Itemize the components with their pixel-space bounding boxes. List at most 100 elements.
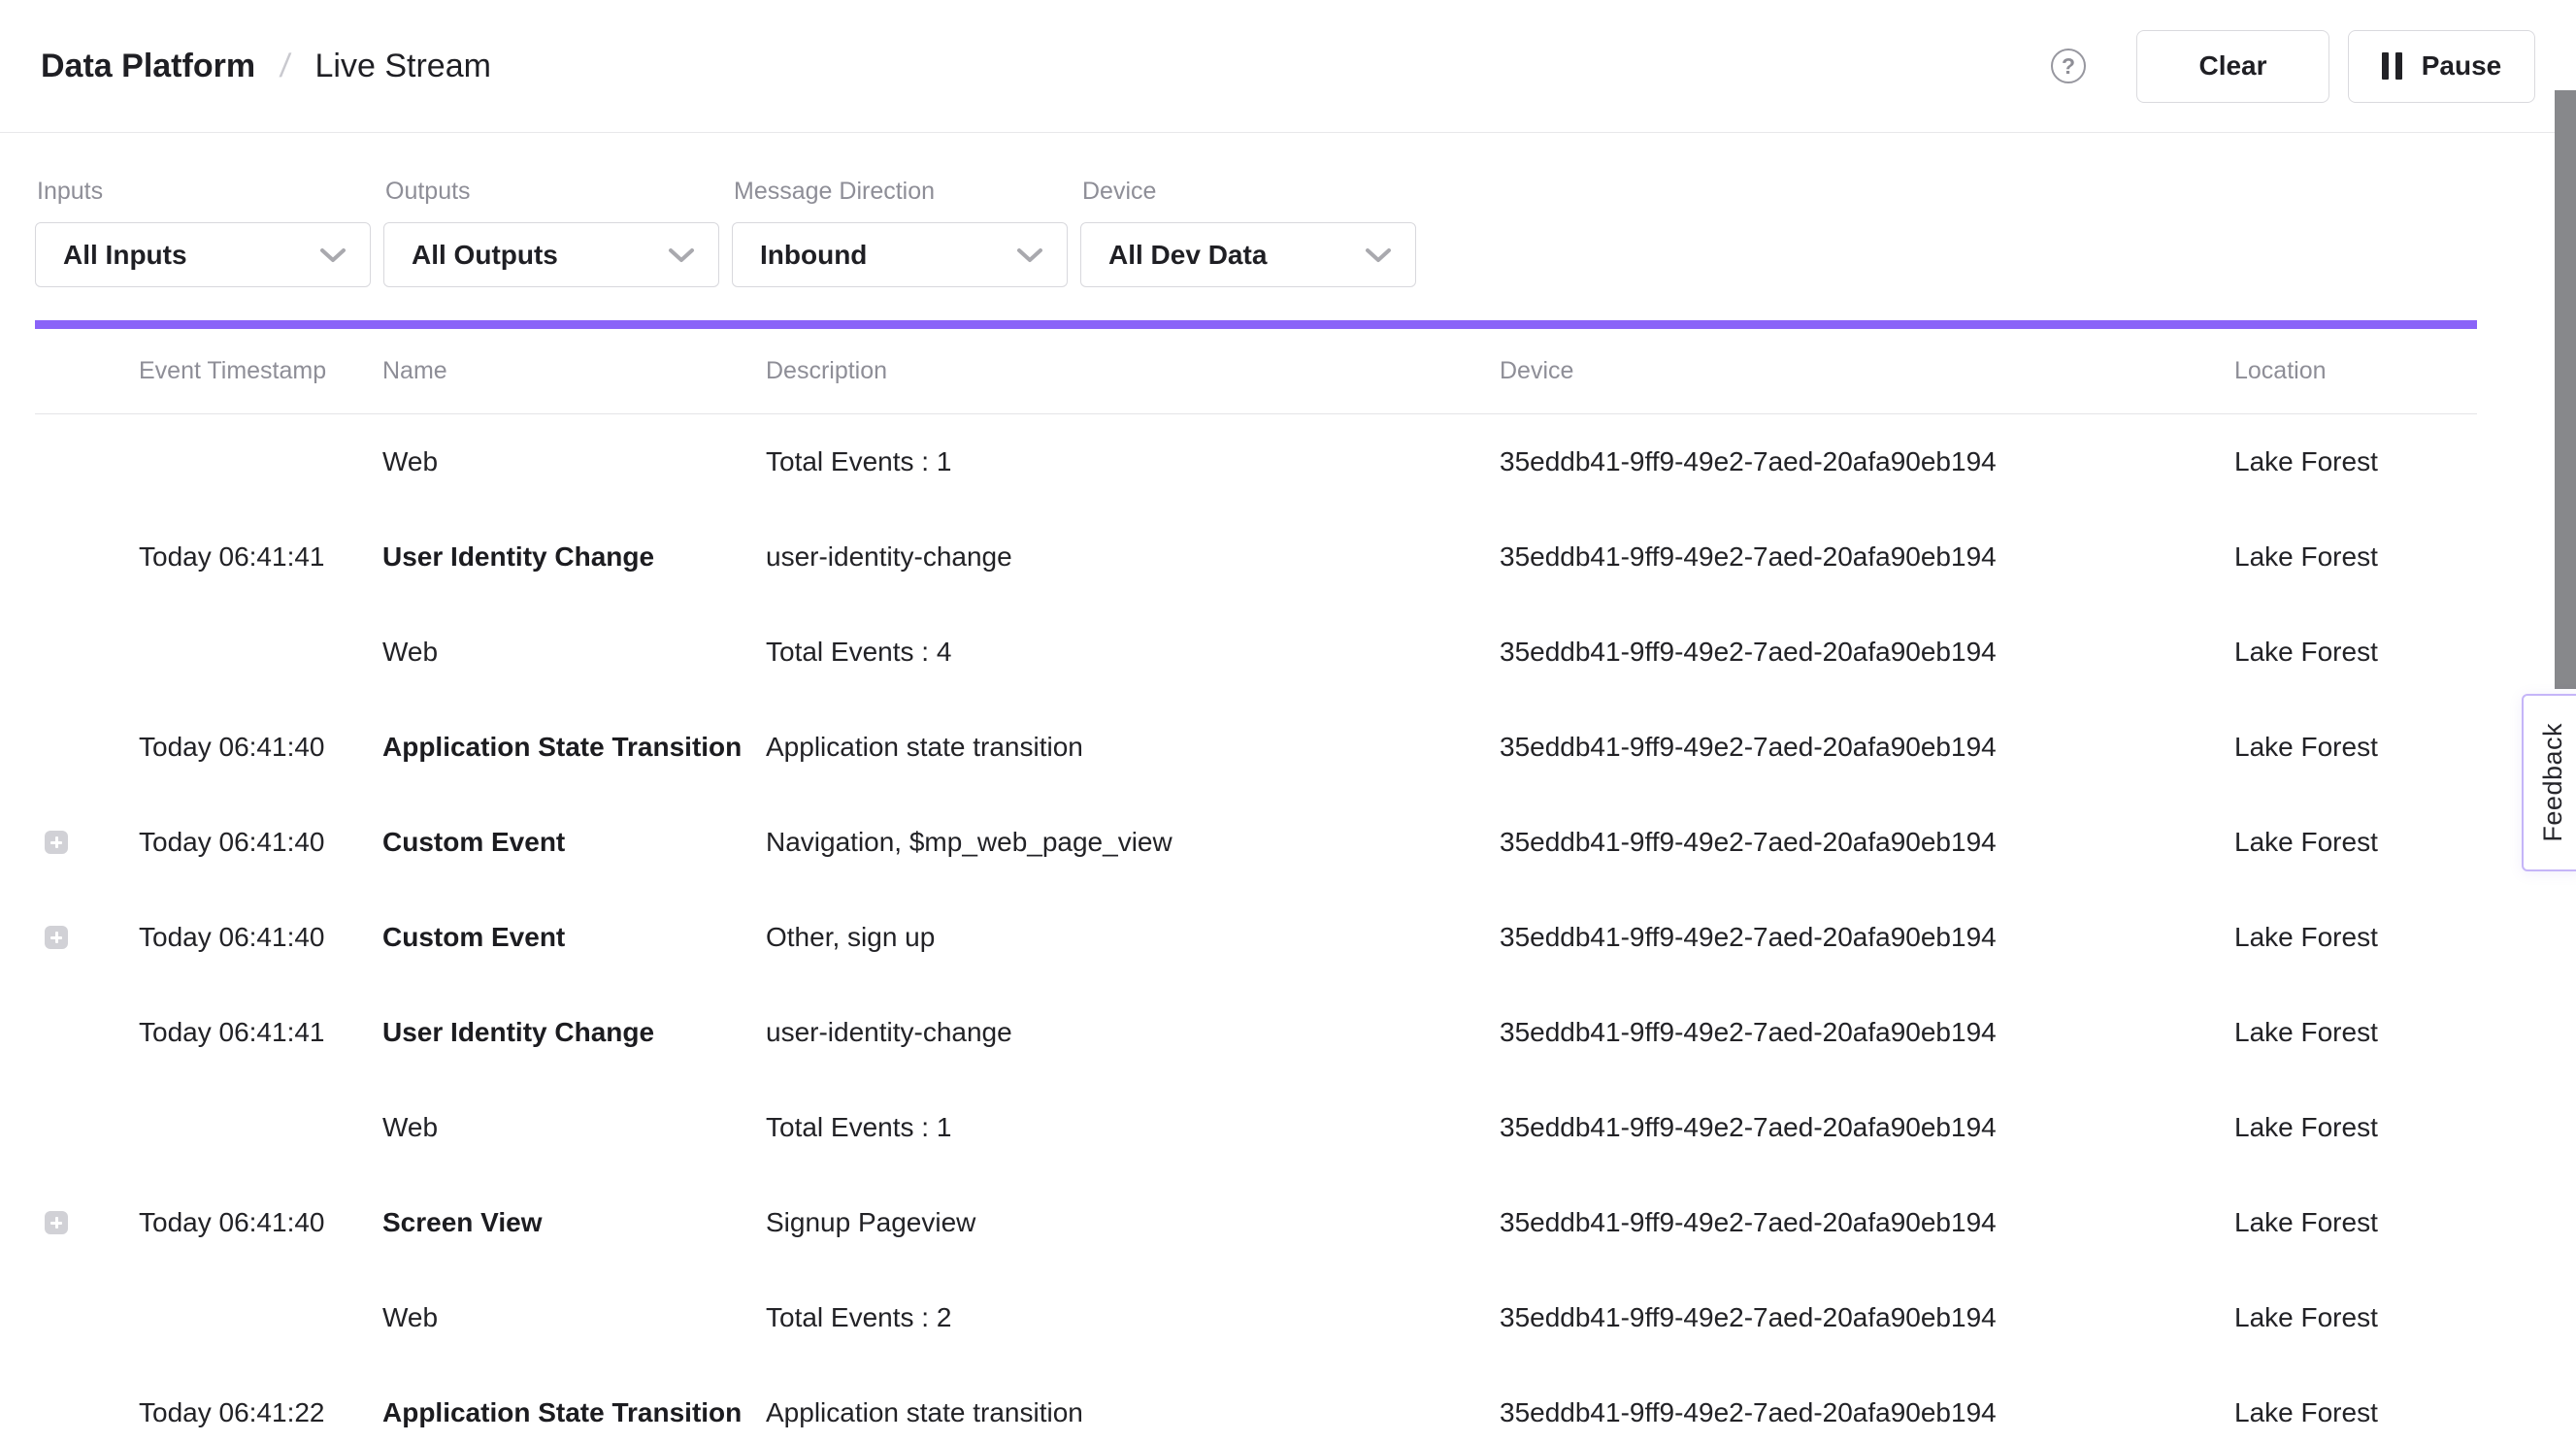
- cell-name: Custom Event: [382, 827, 766, 858]
- chevron-down-icon: [1016, 246, 1043, 264]
- column-header-device: Device: [1500, 357, 2234, 385]
- feedback-tab[interactable]: Feedback: [2522, 694, 2576, 871]
- expand-row-button[interactable]: [45, 831, 68, 854]
- table-row: Today 06:41:40 Application State Transit…: [35, 700, 2477, 795]
- message-direction-dropdown-value: Inbound: [760, 240, 867, 271]
- filter-group-message-direction: Message Direction Inbound: [732, 133, 1068, 287]
- cell-expand: [35, 1116, 139, 1139]
- table-row: Web Total Events : 1 35eddb41-9ff9-49e2-…: [35, 414, 2477, 509]
- cell-device: 35eddb41-9ff9-49e2-7aed-20afa90eb194: [1500, 1207, 2234, 1238]
- cell-event-timestamp: Today 06:41:41: [139, 541, 382, 573]
- clear-button[interactable]: Clear: [2136, 30, 2329, 103]
- cell-name: User Identity Change: [382, 1017, 766, 1048]
- cell-description: user-identity-change: [766, 1017, 1500, 1048]
- chevron-down-icon: [319, 246, 347, 264]
- table-row: Today 06:41:41 User Identity Change user…: [35, 985, 2477, 1080]
- cell-name: Web: [382, 1302, 766, 1333]
- event-table-body: Web Total Events : 1 35eddb41-9ff9-49e2-…: [35, 414, 2477, 1442]
- filter-group-outputs: Outputs All Outputs: [383, 133, 719, 287]
- top-bar: Data Platform / Live Stream ? Clear Paus…: [0, 0, 2576, 133]
- cell-expand: [35, 736, 139, 759]
- column-header-description: Description: [766, 357, 1500, 385]
- cell-event-timestamp: Today 06:41:40: [139, 732, 382, 763]
- cell-description: user-identity-change: [766, 541, 1500, 573]
- cell-device: 35eddb41-9ff9-49e2-7aed-20afa90eb194: [1500, 541, 2234, 573]
- table-row: Today 06:41:40 Custom Event Other, sign …: [35, 890, 2477, 985]
- breadcrumb-separator: /: [278, 48, 292, 85]
- cell-device: 35eddb41-9ff9-49e2-7aed-20afa90eb194: [1500, 1112, 2234, 1143]
- cell-expand: [35, 1401, 139, 1425]
- pause-icon: [2382, 52, 2402, 80]
- cell-location: Lake Forest: [2234, 1397, 2477, 1428]
- filter-group-inputs: Inputs All Inputs: [35, 133, 371, 287]
- device-dropdown-value: All Dev Data: [1108, 240, 1267, 271]
- cell-location: Lake Forest: [2234, 1207, 2477, 1238]
- chevron-down-icon: [668, 246, 695, 264]
- filter-group-device: Device All Dev Data: [1080, 133, 1416, 287]
- vertical-scrollbar[interactable]: [2555, 90, 2576, 689]
- cell-device: 35eddb41-9ff9-49e2-7aed-20afa90eb194: [1500, 446, 2234, 477]
- cell-expand: [35, 450, 139, 474]
- filter-label-device: Device: [1082, 178, 1416, 206]
- cell-name: Web: [382, 1112, 766, 1143]
- cell-description: Application state transition: [766, 1397, 1500, 1428]
- cell-event-timestamp: Today 06:41:41: [139, 1017, 382, 1048]
- cell-device: 35eddb41-9ff9-49e2-7aed-20afa90eb194: [1500, 1017, 2234, 1048]
- cell-device: 35eddb41-9ff9-49e2-7aed-20afa90eb194: [1500, 1302, 2234, 1333]
- page-title: Live Stream: [315, 48, 491, 85]
- filter-label-outputs: Outputs: [385, 178, 719, 206]
- breadcrumb-root[interactable]: Data Platform: [41, 48, 255, 85]
- pause-button-label: Pause: [2422, 50, 2502, 82]
- cell-event-timestamp: Today 06:41:40: [139, 1207, 382, 1238]
- accent-divider-bar: [35, 320, 2477, 329]
- toolbar: ? Clear Pause: [2051, 30, 2535, 103]
- cell-location: Lake Forest: [2234, 1302, 2477, 1333]
- table-row: Today 06:41:41 User Identity Change user…: [35, 509, 2477, 605]
- filter-label-inputs: Inputs: [37, 178, 371, 206]
- cell-description: Navigation, $mp_web_page_view: [766, 827, 1500, 858]
- breadcrumb: Data Platform / Live Stream: [41, 48, 491, 85]
- cell-location: Lake Forest: [2234, 541, 2477, 573]
- cell-device: 35eddb41-9ff9-49e2-7aed-20afa90eb194: [1500, 732, 2234, 763]
- table-row: Web Total Events : 4 35eddb41-9ff9-49e2-…: [35, 605, 2477, 700]
- cell-expand: [35, 640, 139, 664]
- cell-expand: [35, 1306, 139, 1329]
- cell-device: 35eddb41-9ff9-49e2-7aed-20afa90eb194: [1500, 827, 2234, 858]
- filter-label-message-direction: Message Direction: [734, 178, 1068, 206]
- cell-name: Web: [382, 637, 766, 668]
- cell-description: Application state transition: [766, 732, 1500, 763]
- cell-name: Web: [382, 446, 766, 477]
- cell-description: Total Events : 1: [766, 446, 1500, 477]
- table-row: Today 06:41:40 Screen View Signup Pagevi…: [35, 1175, 2477, 1270]
- cell-location: Lake Forest: [2234, 732, 2477, 763]
- table-row: Today 06:41:40 Custom Event Navigation, …: [35, 795, 2477, 890]
- cell-expand: [35, 926, 139, 949]
- cell-name: Application State Transition: [382, 732, 766, 763]
- cell-name: Screen View: [382, 1207, 766, 1238]
- cell-name: User Identity Change: [382, 541, 766, 573]
- cell-description: Total Events : 1: [766, 1112, 1500, 1143]
- cell-description: Signup Pageview: [766, 1207, 1500, 1238]
- cell-location: Lake Forest: [2234, 922, 2477, 953]
- help-icon[interactable]: ?: [2051, 49, 2086, 83]
- cell-expand: [35, 1211, 139, 1234]
- device-dropdown[interactable]: All Dev Data: [1080, 222, 1416, 287]
- chevron-down-icon: [1365, 246, 1392, 264]
- message-direction-dropdown[interactable]: Inbound: [732, 222, 1068, 287]
- expand-row-button[interactable]: [45, 926, 68, 949]
- cell-expand: [35, 831, 139, 854]
- outputs-dropdown[interactable]: All Outputs: [383, 222, 719, 287]
- inputs-dropdown-value: All Inputs: [63, 240, 187, 271]
- filter-bar: Inputs All Inputs Outputs All Outputs Me…: [35, 133, 1416, 287]
- cell-event-timestamp: Today 06:41:22: [139, 1397, 382, 1428]
- outputs-dropdown-value: All Outputs: [412, 240, 558, 271]
- cell-device: 35eddb41-9ff9-49e2-7aed-20afa90eb194: [1500, 1397, 2234, 1428]
- cell-location: Lake Forest: [2234, 827, 2477, 858]
- column-header-name: Name: [382, 357, 766, 385]
- pause-button[interactable]: Pause: [2348, 30, 2535, 103]
- inputs-dropdown[interactable]: All Inputs: [35, 222, 371, 287]
- live-stream-table: Event Timestamp Name Description Device …: [35, 329, 2477, 1442]
- cell-location: Lake Forest: [2234, 1112, 2477, 1143]
- cell-description: Other, sign up: [766, 922, 1500, 953]
- expand-row-button[interactable]: [45, 1211, 68, 1234]
